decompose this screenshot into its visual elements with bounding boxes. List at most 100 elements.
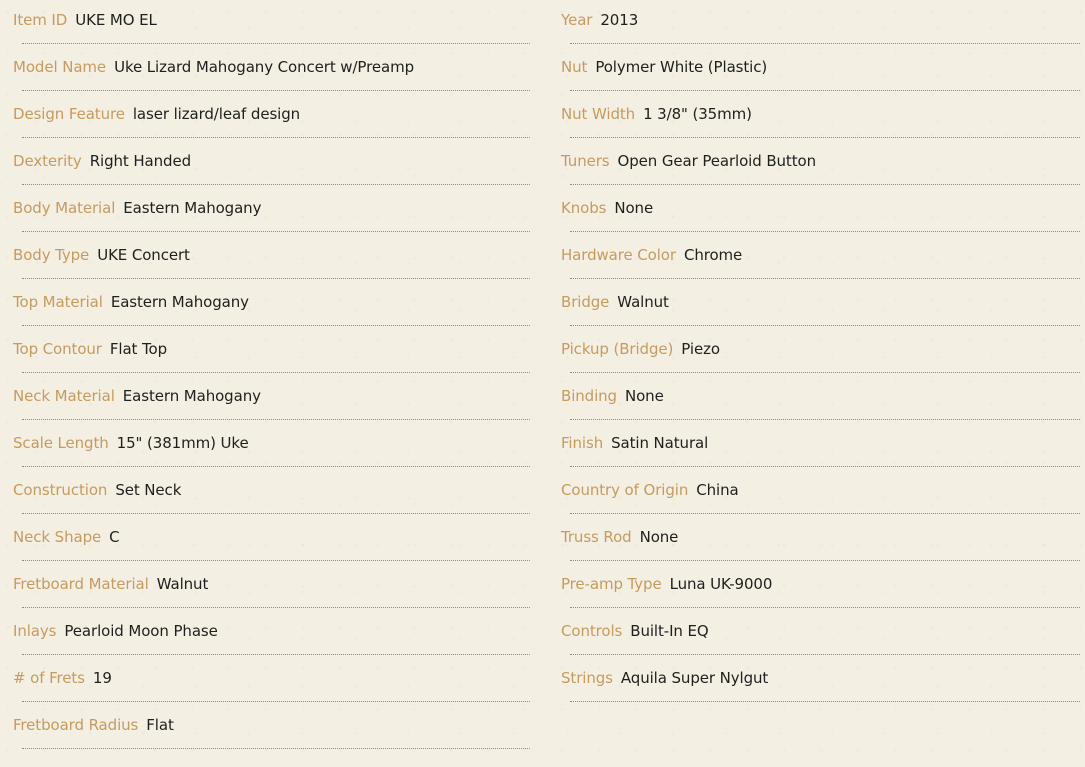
spec-label: Year bbox=[561, 11, 593, 29]
spec-text: Scale Length 15" (381mm) Uke bbox=[13, 434, 249, 452]
spec-label: Hardware Color bbox=[561, 246, 676, 264]
spec-text: Hardware Color Chrome bbox=[561, 246, 742, 264]
spec-value: Walnut bbox=[617, 293, 669, 311]
row-divider bbox=[22, 325, 530, 326]
spec-value: Built-In EQ bbox=[630, 622, 709, 640]
spec-text: Top Contour Flat Top bbox=[13, 340, 167, 358]
row-divider bbox=[22, 607, 530, 608]
spec-value: Pearloid Moon Phase bbox=[64, 622, 218, 640]
spec-label: Pre-amp Type bbox=[561, 575, 662, 593]
spec-row-neck-shape: Neck Shape C bbox=[0, 517, 530, 564]
row-divider bbox=[22, 231, 530, 232]
spec-value: Uke Lizard Mahogany Concert w/Preamp bbox=[114, 58, 415, 76]
spec-text: Pre-amp Type Luna UK-9000 bbox=[561, 575, 772, 593]
spec-value: None bbox=[639, 528, 679, 546]
row-divider bbox=[22, 513, 530, 514]
spec-row-body-type: Body Type UKE Concert bbox=[0, 235, 530, 282]
spec-row-dexterity: Dexterity Right Handed bbox=[0, 141, 530, 188]
spec-value: Flat Top bbox=[109, 340, 168, 358]
spec-value: Piezo bbox=[681, 340, 720, 358]
row-divider bbox=[570, 231, 1080, 232]
row-divider bbox=[22, 90, 530, 91]
spec-text: Country of Origin China bbox=[561, 481, 739, 499]
spec-value: Walnut bbox=[156, 575, 209, 593]
spec-text: Construction Set Neck bbox=[13, 481, 181, 499]
spec-value: China bbox=[696, 481, 739, 499]
spec-label: Inlays bbox=[13, 622, 57, 640]
spec-row-strings: Strings Aquila Super Nylgut bbox=[548, 658, 1080, 705]
spec-row-nut-width: Nut Width 1 3/8" (35mm) bbox=[548, 94, 1080, 141]
spec-text: Body Type UKE Concert bbox=[13, 246, 190, 264]
spec-label: Tuners bbox=[561, 152, 610, 170]
spec-value: Set Neck bbox=[115, 481, 182, 499]
spec-label: Country of Origin bbox=[561, 481, 689, 499]
spec-row-of-frets: # of Frets 19 bbox=[0, 658, 530, 705]
spec-row-nut: Nut Polymer White (Plastic) bbox=[548, 47, 1080, 94]
spec-text: Bridge Walnut bbox=[561, 293, 669, 311]
spec-text: Nut Polymer White (Plastic) bbox=[561, 58, 767, 76]
spec-value: Aquila Super Nylgut bbox=[620, 669, 769, 687]
spec-label: Strings bbox=[561, 669, 613, 687]
spec-label: Body Type bbox=[13, 246, 90, 264]
spec-text: Dexterity Right Handed bbox=[13, 152, 191, 170]
spec-label: Dexterity bbox=[13, 152, 82, 170]
spec-value: Chrome bbox=[683, 246, 743, 264]
specs-right-column: Year 2013 Nut Polymer White (Plastic) Nut Wi… bbox=[548, 0, 1080, 705]
spec-text: Body Material Eastern Mahogany bbox=[13, 199, 261, 217]
spec-label: Neck Shape bbox=[13, 528, 102, 546]
row-divider bbox=[570, 372, 1080, 373]
spec-text: Item ID UKE MO EL bbox=[13, 11, 157, 29]
spec-text: Inlays Pearloid Moon Phase bbox=[13, 622, 218, 640]
row-divider bbox=[22, 184, 530, 185]
spec-row-inlays: Inlays Pearloid Moon Phase bbox=[0, 611, 530, 658]
spec-row-design-feature: Design Feature laser lizard/leaf design bbox=[0, 94, 530, 141]
spec-text: Model Name Uke Lizard Mahogany Concert w/… bbox=[13, 58, 414, 76]
spec-value: 15" (381mm) Uke bbox=[116, 434, 249, 452]
spec-text: # of Frets 19 bbox=[13, 669, 112, 687]
row-divider bbox=[22, 278, 530, 279]
row-divider bbox=[570, 701, 1080, 702]
spec-text: Tuners Open Gear Pearloid Button bbox=[561, 152, 816, 170]
spec-row-bridge: Bridge Walnut bbox=[548, 282, 1080, 329]
spec-value: UKE MO EL bbox=[75, 11, 157, 29]
spec-row-fretboard-material: Fretboard Material Walnut bbox=[0, 564, 530, 611]
spec-value: Open Gear Pearloid Button bbox=[617, 152, 817, 170]
spec-label: Knobs bbox=[561, 199, 607, 217]
row-divider bbox=[22, 748, 530, 749]
spec-value: Flat bbox=[146, 716, 174, 734]
spec-text: Finish Satin Natural bbox=[561, 434, 708, 452]
spec-row-finish: Finish Satin Natural bbox=[548, 423, 1080, 470]
spec-label: Bridge bbox=[561, 293, 610, 311]
spec-value: C bbox=[109, 528, 120, 546]
spec-label: Nut bbox=[561, 58, 588, 76]
spec-row-binding: Binding None bbox=[548, 376, 1080, 423]
spec-text: Neck Material Eastern Mahogany bbox=[13, 387, 261, 405]
spec-value: Right Handed bbox=[89, 152, 192, 170]
spec-row-body-material: Body Material Eastern Mahogany bbox=[0, 188, 530, 235]
row-divider bbox=[570, 43, 1080, 44]
spec-label: Construction bbox=[13, 481, 108, 499]
row-divider bbox=[22, 137, 530, 138]
row-divider bbox=[570, 560, 1080, 561]
row-divider bbox=[22, 372, 530, 373]
spec-row-pickup-bridge: Pickup (Bridge) Piezo bbox=[548, 329, 1080, 376]
spec-value: Eastern Mahogany bbox=[110, 293, 249, 311]
spec-label: Item ID bbox=[13, 11, 68, 29]
spec-text: Nut Width 1 3/8" (35mm) bbox=[561, 105, 752, 123]
spec-row-truss-rod: Truss Rod None bbox=[548, 517, 1080, 564]
row-divider bbox=[570, 325, 1080, 326]
spec-value: None bbox=[614, 199, 654, 217]
specs-left-column: Item ID UKE MO EL Model Name Uke Lizard Mah… bbox=[0, 0, 530, 752]
spec-label: Scale Length bbox=[13, 434, 109, 452]
spec-text: Knobs None bbox=[561, 199, 653, 217]
spec-text: Top Material Eastern Mahogany bbox=[13, 293, 249, 311]
row-divider bbox=[22, 43, 530, 44]
spec-label: Design Feature bbox=[13, 105, 125, 123]
spec-label: Model Name bbox=[13, 58, 107, 76]
spec-row-year: Year 2013 bbox=[548, 0, 1080, 47]
row-divider bbox=[570, 607, 1080, 608]
spec-text: Neck Shape C bbox=[13, 528, 120, 546]
row-divider bbox=[570, 513, 1080, 514]
spec-row-top-material: Top Material Eastern Mahogany bbox=[0, 282, 530, 329]
spec-value: laser lizard/leaf design bbox=[132, 105, 301, 123]
